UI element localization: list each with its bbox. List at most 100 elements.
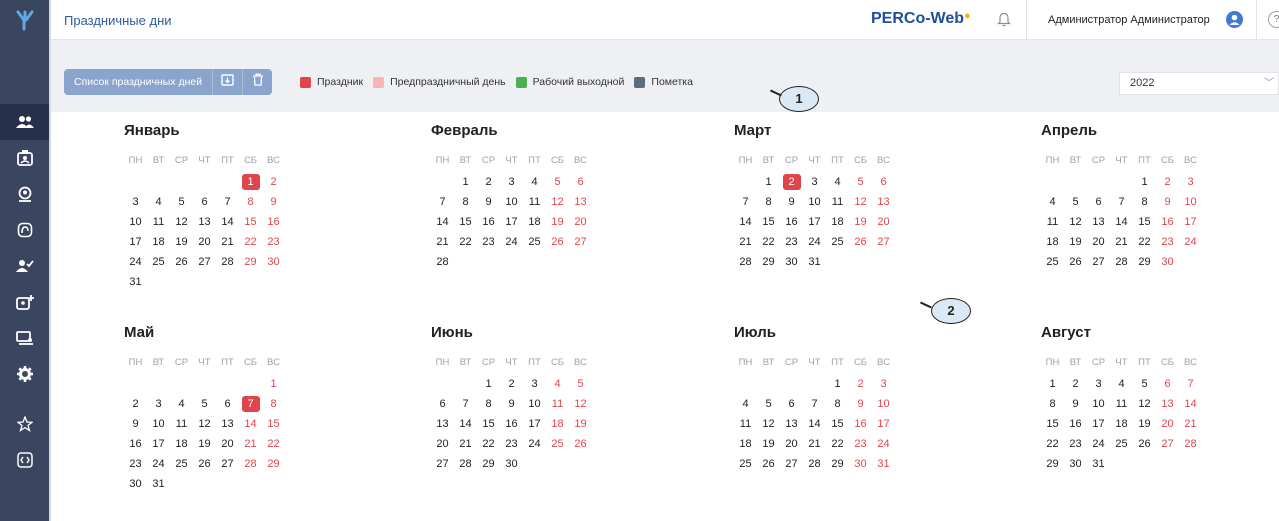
calendar-day[interactable]: 13	[216, 416, 239, 432]
help-icon[interactable]: ?	[1268, 11, 1279, 28]
calendar-day[interactable]: 13	[780, 416, 803, 432]
calendar-day[interactable]: 25	[734, 456, 757, 472]
calendar-day[interactable]: 29	[757, 254, 780, 270]
holiday-day[interactable]: 1	[241, 174, 260, 190]
calendar-day[interactable]: 19	[757, 436, 780, 452]
bell-icon[interactable]	[997, 11, 1011, 32]
calendar-day[interactable]: 1	[757, 174, 780, 190]
calendar-day[interactable]: 22	[1133, 234, 1156, 250]
calendar-day[interactable]: 22	[239, 234, 262, 250]
calendar-day[interactable]: 16	[849, 416, 872, 432]
calendar-day[interactable]: 16	[1064, 416, 1087, 432]
calendar-day[interactable]: 12	[757, 416, 780, 432]
calendar-day[interactable]: 13	[1087, 214, 1110, 230]
calendar-day[interactable]: 21	[1179, 416, 1202, 432]
calendar-day[interactable]: 18	[734, 436, 757, 452]
avatar[interactable]	[1226, 11, 1243, 28]
calendar-day[interactable]: 28	[216, 254, 239, 270]
calendar-day[interactable]: 18	[826, 214, 849, 230]
calendar-day[interactable]: 9	[124, 416, 147, 432]
calendar-day[interactable]: 28	[734, 254, 757, 270]
calendar-day[interactable]: 30	[780, 254, 803, 270]
calendar-day[interactable]: 10	[147, 416, 170, 432]
calendar-day[interactable]: 21	[431, 234, 454, 250]
calendar-day[interactable]: 6	[569, 174, 592, 190]
calendar-day[interactable]: 4	[826, 174, 849, 190]
calendar-day[interactable]: 30	[1156, 254, 1179, 270]
sidebar-item-favorites[interactable]	[0, 406, 49, 442]
calendar-day[interactable]: 7	[431, 194, 454, 210]
calendar-day[interactable]: 3	[523, 376, 546, 392]
holiday-day[interactable]: 7	[241, 396, 260, 412]
calendar-day[interactable]: 18	[523, 214, 546, 230]
calendar-day[interactable]: 11	[826, 194, 849, 210]
calendar-day[interactable]: 28	[431, 254, 454, 270]
calendar-day[interactable]: 12	[193, 416, 216, 432]
calendar-day[interactable]: 11	[523, 194, 546, 210]
calendar-day[interactable]: 9	[1064, 396, 1087, 412]
calendar-day[interactable]: 27	[193, 254, 216, 270]
calendar-day[interactable]: 24	[872, 436, 895, 452]
calendar-day[interactable]: 28	[803, 456, 826, 472]
calendar-day[interactable]: 28	[1179, 436, 1202, 452]
calendar-day[interactable]: 19	[170, 234, 193, 250]
calendar-day[interactable]: 8	[1041, 396, 1064, 412]
calendar-day[interactable]: 8	[262, 396, 285, 412]
calendar-day[interactable]: 22	[1041, 436, 1064, 452]
year-select[interactable]: 2022 ﹀	[1119, 72, 1279, 95]
calendar-day[interactable]: 31	[872, 456, 895, 472]
calendar-day[interactable]: 22	[477, 436, 500, 452]
sidebar-item-code[interactable]	[0, 442, 49, 478]
calendar-day[interactable]: 13	[193, 214, 216, 230]
sidebar-item-visitors[interactable]	[0, 176, 49, 212]
calendar-day[interactable]: 26	[569, 436, 592, 452]
calendar-day[interactable]: 24	[500, 234, 523, 250]
calendar-day[interactable]: 21	[734, 234, 757, 250]
calendar-day[interactable]: 10	[1179, 194, 1202, 210]
calendar-day[interactable]: 29	[477, 456, 500, 472]
calendar-day[interactable]: 11	[147, 214, 170, 230]
calendar-day[interactable]: 4	[734, 396, 757, 412]
calendar-day[interactable]: 6	[872, 174, 895, 190]
calendar-day[interactable]: 7	[803, 396, 826, 412]
calendar-day[interactable]: 14	[239, 416, 262, 432]
calendar-day[interactable]: 16	[262, 214, 285, 230]
calendar-day[interactable]: 27	[216, 456, 239, 472]
calendar-day[interactable]: 10	[523, 396, 546, 412]
calendar-day[interactable]: 26	[757, 456, 780, 472]
calendar-day[interactable]: 8	[826, 396, 849, 412]
calendar-day[interactable]: 8	[1133, 194, 1156, 210]
calendar-day[interactable]: 28	[454, 456, 477, 472]
calendar-day[interactable]: 30	[1064, 456, 1087, 472]
calendar-day[interactable]: 8	[757, 194, 780, 210]
calendar-day[interactable]: 25	[147, 254, 170, 270]
calendar-day[interactable]: 28	[239, 456, 262, 472]
calendar-day[interactable]: 17	[1087, 416, 1110, 432]
sidebar-item-attendance[interactable]	[0, 248, 49, 284]
calendar-day[interactable]: 3	[124, 194, 147, 210]
calendar-day[interactable]: 20	[1156, 416, 1179, 432]
calendar-day[interactable]: 14	[1179, 396, 1202, 412]
calendar-day[interactable]: 23	[262, 234, 285, 250]
calendar-day[interactable]: 9	[849, 396, 872, 412]
calendar-day[interactable]: 3	[147, 396, 170, 412]
calendar-day[interactable]: 5	[546, 174, 569, 190]
calendar-day[interactable]: 11	[734, 416, 757, 432]
calendar-day[interactable]: 10	[500, 194, 523, 210]
calendar-day[interactable]: 24	[803, 234, 826, 250]
calendar-day[interactable]: 27	[780, 456, 803, 472]
calendar-day[interactable]: 19	[1133, 416, 1156, 432]
calendar-day[interactable]: 28	[1110, 254, 1133, 270]
calendar-day[interactable]: 16	[780, 214, 803, 230]
calendar-day[interactable]: 10	[803, 194, 826, 210]
calendar-day[interactable]: 6	[1156, 376, 1179, 392]
sidebar-item-settings[interactable]	[0, 356, 49, 392]
calendar-day[interactable]: 16	[500, 416, 523, 432]
calendar-day[interactable]: 25	[1041, 254, 1064, 270]
calendar-day[interactable]: 1	[454, 174, 477, 190]
calendar-day[interactable]: 31	[147, 476, 170, 492]
calendar-day[interactable]: 31	[1087, 456, 1110, 472]
calendar-day[interactable]: 11	[546, 396, 569, 412]
calendar-day[interactable]: 17	[523, 416, 546, 432]
calendar-day[interactable]: 5	[193, 396, 216, 412]
